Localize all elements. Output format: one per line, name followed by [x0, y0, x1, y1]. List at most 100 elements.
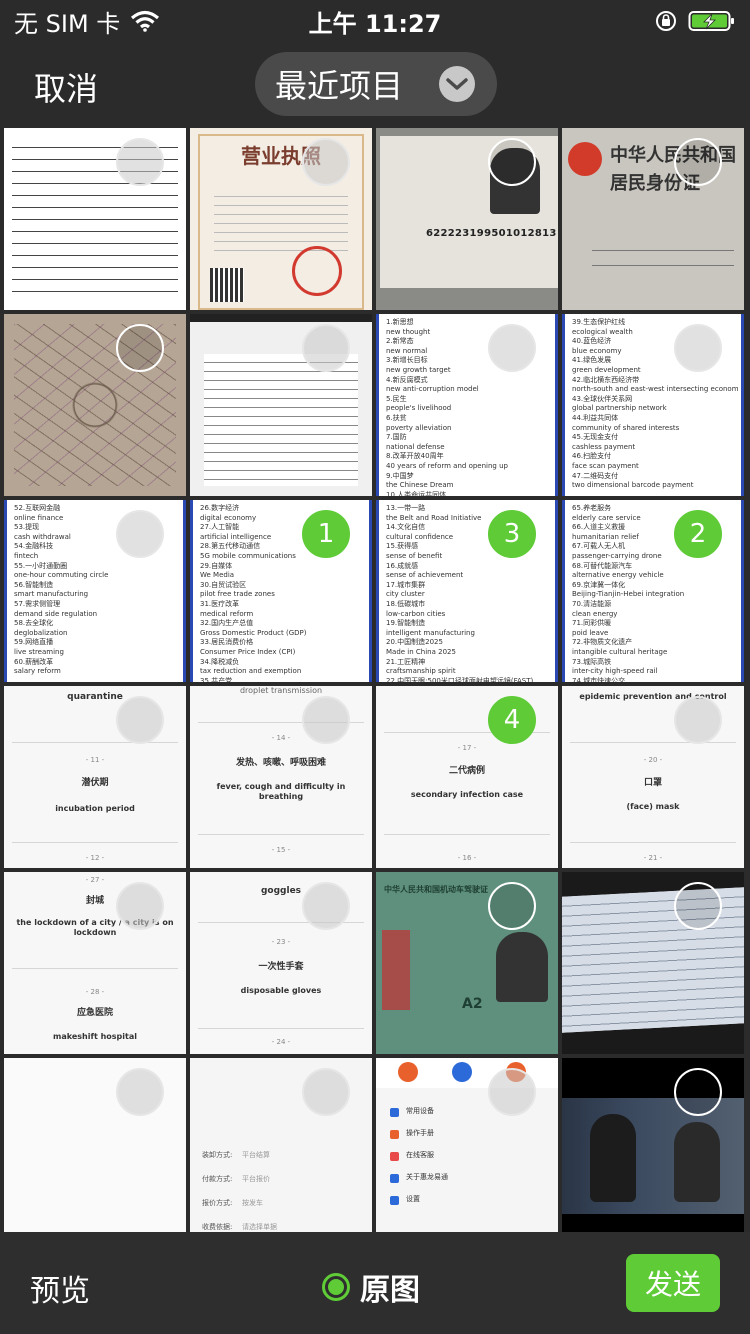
select-circle-icon[interactable]: [302, 1068, 350, 1116]
select-circle-icon[interactable]: [674, 138, 722, 186]
card-number: - 21 -: [643, 854, 663, 862]
select-circle-icon[interactable]: [674, 696, 722, 744]
id-back-lines: [592, 236, 734, 272]
form-label: 付款方式:: [202, 1175, 233, 1183]
photo-thumbnail[interactable]: quarantine - 11 - 潜伏期 incubation period - 12…: [4, 686, 186, 868]
select-circle-icon[interactable]: [488, 882, 536, 930]
menu-item-icon: [390, 1108, 399, 1117]
bottom-toolbar: 预览 原图 发送: [0, 1232, 750, 1334]
photo-thumbnail[interactable]: 1.新思想 new thought 2.新常态 new normal 3.新增长…: [376, 314, 558, 496]
card-number: - 12 -: [85, 854, 105, 862]
album-selector[interactable]: 最近项目: [255, 52, 497, 116]
photo-thumbnail[interactable]: droplet transmission - 14 - 发热、咳嗽、呼吸困难 feve…: [190, 686, 372, 868]
doc-border-left: [376, 500, 379, 682]
card-number: - 11 -: [85, 756, 105, 764]
doc-border-right: [741, 500, 744, 682]
selection-badge[interactable]: 1: [302, 510, 350, 558]
table-rows: [204, 354, 358, 486]
form-label: 报价方式:: [202, 1199, 233, 1207]
orientation-lock-icon: [656, 11, 676, 31]
card-term: droplet transmission: [239, 686, 323, 695]
photo-thumbnail[interactable]: - 27 - 封城 the lockdown of a city / a city …: [4, 872, 186, 1054]
carrier-label: 无 SIM 卡: [14, 9, 121, 38]
select-circle-icon[interactable]: [302, 696, 350, 744]
select-circle-icon[interactable]: [674, 1068, 722, 1116]
photo-thumbnail[interactable]: [190, 314, 372, 496]
status-left: 无 SIM 卡: [0, 4, 160, 39]
card-number: - 15 -: [271, 846, 291, 854]
card-cn: 二代病例: [448, 766, 485, 776]
selection-badge[interactable]: 2: [674, 510, 722, 558]
select-circle-icon[interactable]: [116, 1068, 164, 1116]
menu-item-label: 关于惠龙易通: [406, 1173, 448, 1181]
card-number: - 17 -: [457, 744, 477, 752]
photo-thumbnail[interactable]: [4, 314, 186, 496]
menu-item-label: 操作手册: [406, 1129, 434, 1137]
photo-thumbnail[interactable]: 26.数字经济 digital economy 27.人工智能 artifici…: [190, 500, 372, 682]
select-circle-icon[interactable]: [116, 510, 164, 558]
menu-item-icon: [390, 1152, 399, 1161]
card-cn: 应急医院: [76, 1008, 113, 1018]
photo-thumbnail[interactable]: 常用设备 操作手册 在线客服 关于惠龙易通 设置: [376, 1058, 558, 1240]
person-left: [590, 1114, 636, 1202]
photo-thumbnail[interactable]: 装卸方式:付款方式:报价方式:收费依据:结算单据:平台结算平台报价按发车请选择单…: [190, 1058, 372, 1240]
photo-thumbnail[interactable]: 52.互联网金融 online finance 53.提现 cash withd…: [4, 500, 186, 682]
app-shortcut-icon: [452, 1062, 472, 1082]
photo-thumbnail[interactable]: epidemic prevention and control - 20 - 口罩(…: [562, 686, 744, 868]
card-number: - 28 -: [85, 988, 105, 996]
doc-border-right: [741, 314, 744, 496]
photo-thumbnail[interactable]: goggles - 23 - 一次性手套 disposable gloves - 24 …: [190, 872, 372, 1054]
card-number: - 20 -: [643, 756, 663, 764]
card-en: secondary infection case: [410, 790, 524, 799]
doc-border-right: [369, 500, 372, 682]
driver-photo: [496, 932, 548, 1002]
select-circle-icon[interactable]: [302, 324, 350, 372]
select-circle-icon[interactable]: [116, 696, 164, 744]
card-number: - 24 -: [271, 1038, 291, 1046]
chevron-down-icon: [439, 66, 475, 102]
selection-badge[interactable]: 4: [488, 696, 536, 744]
doc-border-left: [376, 314, 379, 496]
original-toggle[interactable]: 原图: [322, 1265, 420, 1309]
photo-thumbnail[interactable]: 营业执照: [190, 128, 372, 310]
photo-thumbnail[interactable]: 中华人民共和国机动车驾驶证 A2: [376, 872, 558, 1054]
select-circle-icon[interactable]: [116, 324, 164, 372]
menu-item-icon: [390, 1130, 399, 1139]
card-en: makeshift hospital: [53, 1032, 137, 1041]
cancel-button[interactable]: 取消: [34, 64, 98, 110]
select-circle-icon[interactable]: [488, 324, 536, 372]
table-header: [190, 314, 372, 322]
send-button[interactable]: 发送: [626, 1254, 720, 1312]
qr-code: [210, 268, 244, 302]
select-circle-icon[interactable]: [488, 1068, 536, 1116]
form-value: 按发车: [242, 1199, 263, 1207]
menu-item-label: 常用设备: [406, 1107, 434, 1115]
photo-thumbnail[interactable]: - 17 - 二代病例 secondary infection case - 16 -…: [376, 686, 558, 868]
preview-button[interactable]: 预览: [30, 1266, 90, 1310]
photo-thumbnail[interactable]: 622223199501012813: [376, 128, 558, 310]
photo-thumbnail[interactable]: [4, 1058, 186, 1240]
photo-thumbnail[interactable]: [562, 1058, 744, 1240]
card-divider: [198, 834, 364, 835]
doc-border-right: [555, 314, 558, 496]
photo-thumbnail[interactable]: [562, 872, 744, 1054]
photo-thumbnail[interactable]: 13.一带一路 the Belt and Road Initiative 14.…: [376, 500, 558, 682]
photo-thumbnail[interactable]: 39.生态保护红线 ecological wealth 40.蓝色经济 blue…: [562, 314, 744, 496]
select-circle-icon[interactable]: [674, 324, 722, 372]
select-circle-icon[interactable]: [116, 882, 164, 930]
status-right: [654, 9, 750, 33]
photo-thumbnail[interactable]: 65.养老服务 elderly care service 66.人道主义救援 h…: [562, 500, 744, 682]
radio-checked-icon: [322, 1273, 350, 1301]
select-circle-icon[interactable]: [302, 138, 350, 186]
select-circle-icon[interactable]: [302, 882, 350, 930]
selection-badge[interactable]: 3: [488, 510, 536, 558]
form-value: 平台结算: [242, 1151, 270, 1159]
photo-thumbnail[interactable]: 中华人民共和国 居民身份证: [562, 128, 744, 310]
select-circle-icon[interactable]: [488, 138, 536, 186]
select-circle-icon[interactable]: [116, 138, 164, 186]
album-title: 最近项目: [275, 67, 404, 105]
card-cn: 发热、咳嗽、呼吸困难: [235, 758, 326, 768]
select-circle-icon[interactable]: [674, 882, 722, 930]
menu-item-label: 在线客服: [406, 1151, 434, 1159]
photo-thumbnail[interactable]: [4, 128, 186, 310]
